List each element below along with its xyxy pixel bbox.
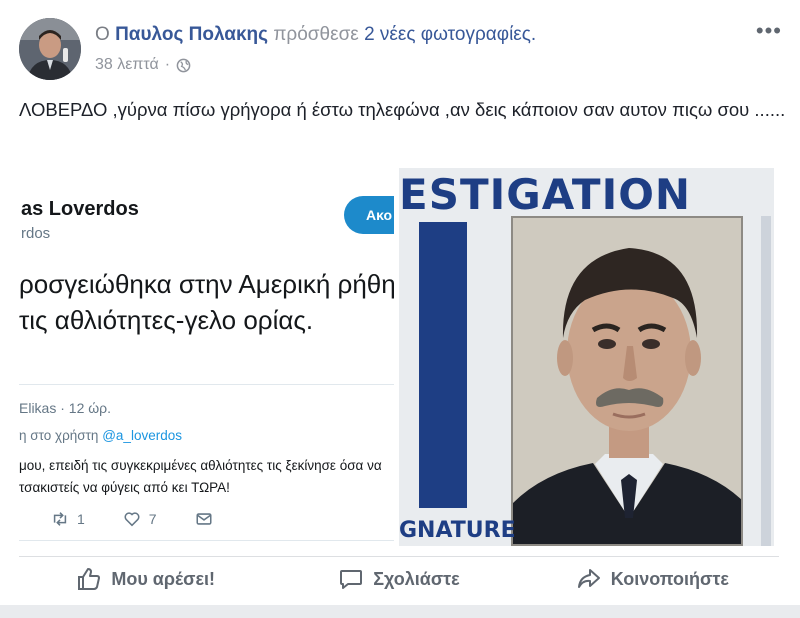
message-stat	[195, 510, 213, 528]
share-button-label: Κοινοποιήστε	[610, 568, 729, 589]
retweet-icon	[53, 512, 67, 526]
post-header: Ο Παυλος Πολακης πρόσθεσε 2 νέες φωτογρα…	[95, 24, 536, 46]
like-button[interactable]: Μου αρέσει!	[19, 557, 272, 597]
header-prefix: Ο	[95, 24, 110, 45]
comment-button[interactable]: Σχολιάστε	[272, 557, 525, 597]
tweet-follow-button: Ακο	[344, 196, 394, 234]
id-card-photo[interactable]: ESTIGATION GNATURE	[399, 168, 774, 546]
id-card-title: ESTIGATION	[399, 170, 692, 219]
like-stat: 7	[123, 510, 157, 528]
post-meta: 38 λεπτά ·	[95, 56, 191, 74]
header-verb: πρόσθεσε	[273, 24, 359, 45]
tweet-divider	[19, 384, 394, 385]
share-arrow-icon	[577, 569, 600, 588]
author-avatar[interactable]	[19, 18, 81, 80]
post-action-bar: Μου αρέσει! Σχολιάστε Κοινοποιήστε	[19, 557, 779, 597]
feed-gap	[0, 605, 800, 618]
globe-icon[interactable]	[176, 58, 191, 73]
comment-button-label: Σχολιάστε	[373, 568, 460, 589]
post-text: ΛΟΒΕΡΔΟ ,γύρνα πίσω γρήγορα ή έστω τηλεφ…	[19, 99, 786, 120]
more-options-icon[interactable]: •••	[756, 20, 782, 42]
meta-separator: ·	[164, 56, 171, 73]
id-card-signature-label: GNATURE	[399, 518, 516, 543]
author-name-link[interactable]: Παυλος Πολακης	[115, 24, 268, 45]
photos-link[interactable]: 2 νέες φωτογραφίες.	[364, 24, 536, 45]
retweet-stat: 1	[51, 510, 85, 528]
tweet-bottom-divider	[19, 540, 394, 541]
tweet-action-row: 1 7	[51, 510, 213, 528]
reply-mention: @a_loverdos	[102, 428, 182, 443]
portrait-illustration	[513, 218, 741, 544]
like-button-label: Μου αρέσει!	[111, 568, 215, 589]
comment-icon	[340, 570, 363, 589]
id-card-edge	[761, 216, 771, 546]
retweet-count: 1	[77, 511, 85, 527]
tweet-author-handle: rdos	[21, 225, 51, 242]
id-card-blue-bar	[419, 222, 467, 508]
reply-header: Elikas · 12 ώρ.	[19, 400, 112, 416]
like-count: 7	[148, 511, 157, 527]
post-timestamp[interactable]: 38 λεπτά	[95, 56, 159, 74]
tweet-screenshot-photo[interactable]: as Loverdos rdos Ακο ροσγειώθηκα στην Αμ…	[19, 168, 397, 546]
reply-to-line: η στο χρήστη @a_loverdos	[19, 428, 182, 443]
tweet-body: ροσγειώθηκα στην Αμερική ρήθηκα τις αθλι…	[19, 269, 397, 335]
heart-icon	[124, 512, 140, 527]
photo-grid: as Loverdos rdos Ακο ροσγειώθηκα στην Αμ…	[19, 168, 774, 546]
share-button[interactable]: Κοινοποιήστε	[526, 557, 779, 597]
tweet-author-name: as Loverdos	[21, 198, 139, 220]
id-portrait	[511, 216, 743, 546]
envelope-icon	[196, 513, 212, 525]
facebook-post: Ο Παυλος Πολακης πρόσθεσε 2 νέες φωτογρα…	[0, 0, 800, 618]
reply-text: μου, επειδή τις συγκεκριμένες αθλιότητες…	[19, 458, 382, 495]
thumbs-up-icon	[78, 568, 101, 590]
reply-to-prefix: η στο χρήστη	[19, 428, 99, 443]
